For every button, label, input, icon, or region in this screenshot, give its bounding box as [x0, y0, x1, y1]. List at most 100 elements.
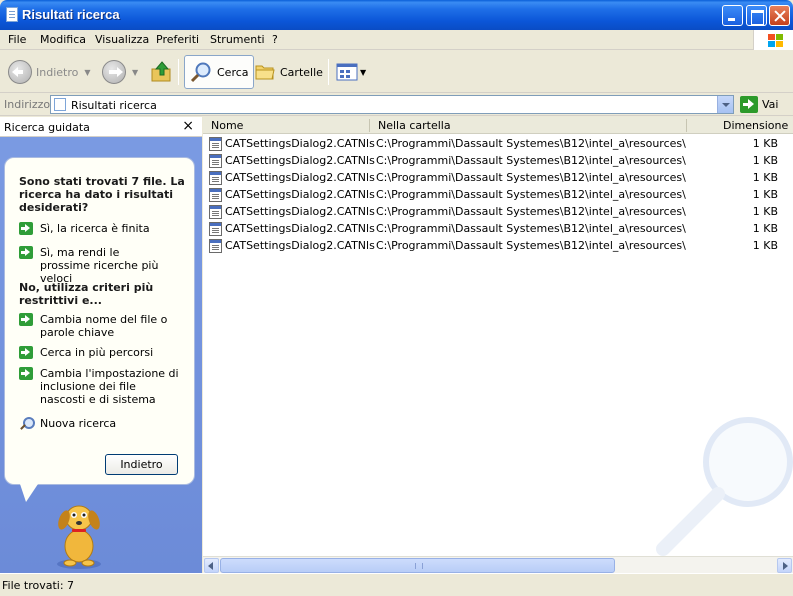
menu-preferiti[interactable]: Preferiti: [156, 33, 199, 46]
address-value: Risultati ricerca: [71, 99, 157, 112]
file-icon: [209, 205, 222, 219]
file-name: CATSettingsDialog2.CATNls: [225, 154, 375, 167]
document-icon: [6, 7, 18, 22]
file-icon: [209, 188, 222, 202]
chevron-down-icon[interactable]: ▼: [132, 68, 138, 77]
address-label: Indirizzo: [4, 98, 51, 111]
folders-button[interactable]: Cartelle: [254, 55, 323, 89]
assistant-back-button[interactable]: Indietro: [105, 454, 178, 475]
file-size: 1 KB: [752, 137, 778, 150]
column-name[interactable]: Nome: [211, 119, 243, 132]
menu-file[interactable]: File: [8, 33, 26, 46]
status-bar: File trovati: 7: [0, 573, 793, 596]
back-button[interactable]: Indietro ▼: [8, 55, 91, 89]
green-arrow-icon: [19, 246, 33, 259]
file-icon: [209, 154, 222, 168]
green-arrow-icon: [19, 222, 33, 235]
scroll-right-button[interactable]: [777, 558, 792, 573]
search-assistant-title: Ricerca guidata: [4, 121, 90, 134]
table-row[interactable]: CATSettingsDialog2.CATNls C:\Programmi\D…: [203, 237, 793, 254]
back-arrow-icon: [8, 60, 32, 84]
option-change-name[interactable]: Cambia nome del file o parole chiave: [19, 313, 169, 339]
table-row[interactable]: CATSettingsDialog2.CATNls C:\Programmi\D…: [203, 135, 793, 152]
toolbar-separator: [178, 59, 179, 85]
file-folder: C:\Programmi\Dassault Systemes\B12\intel…: [376, 171, 686, 184]
green-arrow-icon: [19, 346, 33, 359]
balloon-tail: [20, 484, 38, 502]
table-row[interactable]: CATSettingsDialog2.CATNls C:\Programmi\D…: [203, 203, 793, 220]
file-icon: [209, 137, 222, 151]
green-arrow-icon: [19, 313, 33, 326]
option-more-paths[interactable]: Cerca in più percorsi: [19, 346, 189, 359]
horizontal-scrollbar[interactable]: [203, 556, 793, 573]
menu-modifica[interactable]: Modifica: [40, 33, 86, 46]
title-bar[interactable]: Risultati ricerca: [0, 0, 793, 30]
views-icon: [336, 63, 358, 81]
scroll-thumb[interactable]: [220, 558, 615, 573]
file-size: 1 KB: [752, 188, 778, 201]
file-folder: C:\Programmi\Dassault Systemes\B12\intel…: [376, 222, 686, 235]
chevron-down-icon[interactable]: ▼: [84, 68, 90, 77]
option-label: Cerca in più percorsi: [40, 346, 154, 359]
address-input[interactable]: Risultati ricerca: [50, 95, 734, 114]
go-button[interactable]: Vai: [762, 98, 778, 111]
menu-bar: File Modifica Visualizza Preferiti Strum…: [0, 30, 793, 50]
close-pane-icon[interactable]: ×: [182, 118, 194, 134]
views-button[interactable]: ▼: [336, 55, 366, 89]
toolbar-separator: [328, 59, 329, 85]
column-header: Nome Nella cartella Dimensione: [203, 117, 793, 134]
file-folder: C:\Programmi\Dassault Systemes\B12\intel…: [376, 188, 686, 201]
address-dropdown-button[interactable]: [717, 96, 733, 113]
chevron-down-icon[interactable]: ▼: [360, 68, 366, 77]
option-label: Cambia l'impostazione di inclusione dei …: [40, 367, 179, 406]
option-search-done[interactable]: Sì, la ricerca è finita: [19, 222, 189, 235]
folder-icon: [255, 65, 275, 80]
toolbar: Indietro ▼ ▼ Cerca Cartelle ▼: [0, 51, 793, 93]
option-faster-searches[interactable]: Sì, ma rendi le prossime ricerche più ve…: [19, 246, 169, 285]
file-folder: C:\Programmi\Dassault Systemes\B12\intel…: [376, 154, 686, 167]
option-hidden-files[interactable]: Cambia l'impostazione di inclusione dei …: [19, 367, 184, 406]
results-list: Nome Nella cartella Dimensione CATSettin…: [203, 117, 793, 573]
column-separator[interactable]: [369, 119, 370, 132]
column-separator[interactable]: [686, 119, 687, 132]
file-folder: C:\Programmi\Dassault Systemes\B12\intel…: [376, 205, 686, 218]
window-title: Risultati ricerca: [22, 7, 120, 22]
file-size: 1 KB: [752, 154, 778, 167]
search-button[interactable]: Cerca: [184, 55, 254, 89]
table-row[interactable]: CATSettingsDialog2.CATNls C:\Programmi\D…: [203, 220, 793, 237]
search-companion-dog-icon: [57, 505, 101, 569]
close-button[interactable]: [769, 5, 790, 26]
menu-strumenti[interactable]: Strumenti: [210, 33, 265, 46]
forward-button[interactable]: ▼: [102, 55, 138, 89]
option-label: Sì, ma rendi le prossime ricerche più ve…: [40, 246, 159, 285]
forward-arrow-icon: [102, 60, 126, 84]
table-row[interactable]: CATSettingsDialog2.CATNls C:\Programmi\D…: [203, 186, 793, 203]
file-folder: C:\Programmi\Dassault Systemes\B12\intel…: [376, 137, 686, 150]
file-size: 1 KB: [752, 205, 778, 218]
file-size: 1 KB: [752, 171, 778, 184]
file-size: 1 KB: [752, 239, 778, 252]
menu-help[interactable]: ?: [272, 33, 278, 46]
go-arrow-icon[interactable]: [740, 96, 758, 113]
column-size[interactable]: Dimensione: [723, 119, 788, 132]
file-icon: [209, 222, 222, 236]
scroll-left-button[interactable]: [204, 558, 219, 573]
minimize-button[interactable]: [722, 5, 743, 26]
up-folder-button[interactable]: [150, 55, 174, 89]
maximize-button[interactable]: [746, 5, 767, 26]
table-row[interactable]: CATSettingsDialog2.CATNls C:\Programmi\D…: [203, 169, 793, 186]
magnifier-watermark-icon: [656, 417, 793, 556]
file-name: CATSettingsDialog2.CATNls: [225, 205, 375, 218]
menu-visualizza[interactable]: Visualizza: [95, 33, 149, 46]
file-icon: [209, 171, 222, 185]
up-folder-icon: [151, 61, 171, 82]
back-label: Indietro: [36, 65, 79, 79]
green-arrow-icon: [19, 367, 33, 380]
option-label: Sì, la ricerca è finita: [40, 222, 150, 235]
table-row[interactable]: CATSettingsDialog2.CATNls C:\Programmi\D…: [203, 152, 793, 169]
column-folder[interactable]: Nella cartella: [378, 119, 451, 132]
file-icon: [209, 239, 222, 253]
address-bar: Indirizzo Risultati ricerca Vai: [0, 93, 793, 116]
option-new-search[interactable]: Nuova ricerca: [19, 417, 189, 431]
file-size: 1 KB: [752, 222, 778, 235]
